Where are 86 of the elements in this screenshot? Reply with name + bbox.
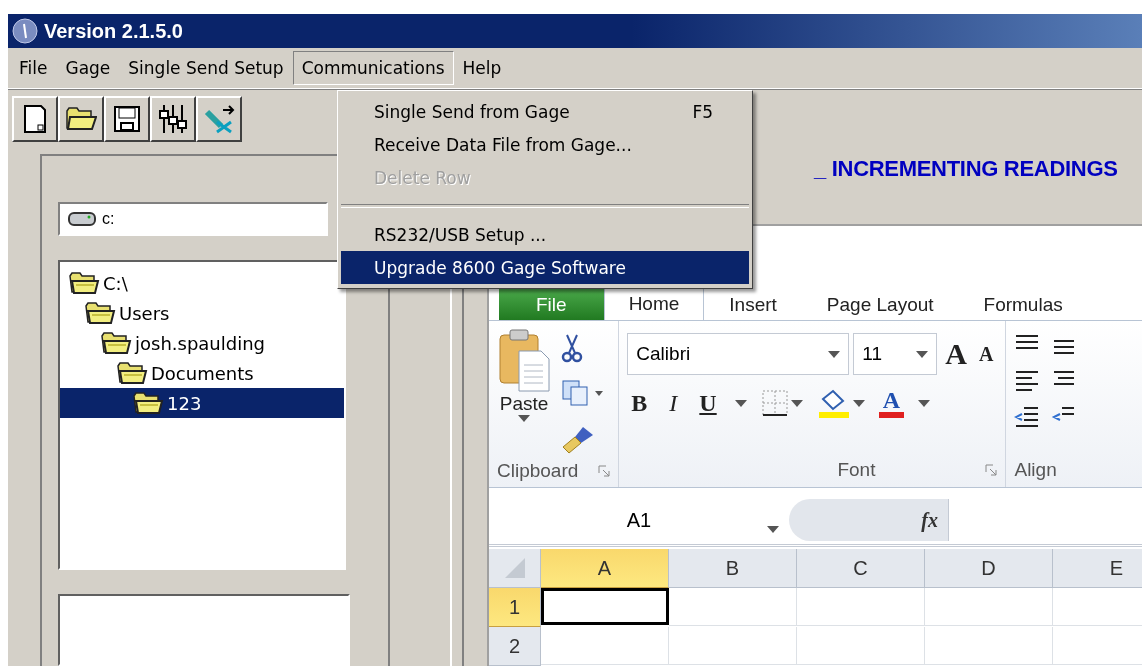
align-icon[interactable] — [1014, 333, 1075, 355]
tree-item[interactable]: C:\ — [60, 268, 344, 298]
menu-item[interactable]: File — [10, 51, 57, 85]
tree-item[interactable]: Users — [60, 298, 344, 328]
shrink-font-button[interactable]: A — [975, 342, 998, 366]
sliders-icon — [158, 103, 188, 135]
window-title: Version 2.1.5.0 — [44, 19, 183, 43]
tree-item[interactable]: Documents — [60, 358, 344, 388]
row-header[interactable]: 2 — [489, 627, 541, 666]
folder-icon — [100, 331, 132, 355]
insert-function-button[interactable]: fx — [921, 508, 938, 532]
menu-item[interactable]: Receive Data File from Gage... — [341, 128, 749, 161]
column-header[interactable]: B — [669, 549, 797, 588]
dropdown-caret-icon — [918, 399, 931, 407]
folder-icon — [116, 361, 148, 385]
dropdown-caret-icon — [734, 399, 747, 407]
column-header[interactable]: C — [797, 549, 925, 588]
tree-item[interactable]: josh.spaulding — [60, 328, 344, 358]
font-color-button[interactable]: A — [878, 388, 905, 418]
grow-font-button[interactable]: A — [941, 337, 971, 371]
grid-cell[interactable] — [669, 627, 797, 665]
ribbon-tab[interactable]: File — [499, 288, 604, 320]
grid-cell[interactable] — [669, 588, 797, 626]
italic-button[interactable]: I — [665, 389, 682, 417]
drive-dropdown[interactable]: c: — [58, 202, 328, 236]
folder-icon — [132, 391, 164, 415]
fill-color-button[interactable] — [816, 387, 865, 419]
dialog-launcher-icon[interactable] — [598, 465, 611, 477]
toolbar-button[interactable] — [150, 96, 196, 142]
underline-button[interactable]: U — [695, 389, 721, 417]
dialog-launcher-icon[interactable] — [985, 464, 998, 476]
open-folder-icon — [65, 106, 97, 132]
group-label: Align — [1014, 459, 1057, 481]
row-header[interactable]: 1 — [489, 588, 541, 627]
group-label: Clipboard — [497, 460, 579, 482]
menu-item[interactable]: RS232/USB Setup ... — [341, 218, 749, 251]
borders-icon — [760, 389, 789, 417]
bold-button[interactable]: B — [627, 389, 652, 417]
borders-button[interactable] — [760, 389, 803, 417]
paste-button[interactable]: Paste — [497, 327, 551, 455]
tree-item[interactable]: 123 — [60, 388, 344, 418]
toolbar-button[interactable] — [12, 96, 58, 142]
indent-icon[interactable] — [1014, 405, 1075, 429]
grid-cell[interactable] — [797, 627, 925, 665]
grid-cell[interactable] — [925, 588, 1053, 626]
toolbar-button[interactable] — [196, 96, 242, 142]
clipboard-icon — [497, 327, 551, 393]
drive-icon — [68, 212, 96, 226]
dropdown-caret-icon — [852, 399, 865, 407]
app-icon — [12, 18, 38, 44]
copy-icon[interactable] — [561, 379, 605, 407]
column-header[interactable]: D — [925, 549, 1053, 588]
group-label: Font — [837, 459, 876, 481]
new-file-icon — [21, 104, 49, 134]
column-header[interactable]: A — [541, 549, 669, 588]
grid-cell[interactable] — [797, 588, 925, 626]
ribbon-tab[interactable]: Formulas — [958, 288, 1088, 320]
dropdown-caret-icon — [767, 526, 779, 533]
menu-item[interactable]: Single Send from Gage F5 — [341, 95, 749, 128]
toolbar-button[interactable] — [58, 96, 104, 142]
dropdown-caret-icon — [518, 415, 530, 422]
save-icon — [113, 105, 141, 133]
grid-cell[interactable] — [925, 627, 1053, 665]
heading: _ INCREMENTING READINGS — [814, 156, 1118, 182]
font-name-dropdown[interactable]: Calibri — [627, 333, 850, 375]
dropdown-caret-icon — [828, 350, 841, 358]
align-icon[interactable] — [1014, 369, 1075, 391]
folder-icon — [84, 301, 116, 325]
dropdown-caret-icon — [916, 350, 929, 358]
menu-item[interactable]: Communications — [292, 51, 454, 85]
menu-item[interactable]: Upgrade 8600 Gage Software — [341, 251, 749, 284]
corner-triangle-icon — [504, 558, 525, 578]
ribbon-tab[interactable]: Page Layout — [801, 288, 959, 320]
ribbon-tab[interactable]: Insert — [704, 288, 802, 320]
font-size-dropdown[interactable]: 11 — [853, 333, 938, 375]
column-header[interactable]: E — [1053, 549, 1142, 588]
transfer-icon — [203, 104, 235, 134]
active-cell[interactable] — [541, 588, 669, 625]
menu-item[interactable]: Single Send Setup — [119, 51, 293, 85]
cut-icon[interactable] — [561, 333, 583, 363]
folder-icon — [68, 271, 100, 295]
dropdown-caret-icon — [790, 399, 803, 407]
menu-item[interactable]: Help — [453, 51, 511, 85]
menu-item[interactable]: Gage — [56, 51, 120, 85]
toolbar-button[interactable] — [104, 96, 150, 142]
grid-cell[interactable] — [541, 627, 669, 665]
